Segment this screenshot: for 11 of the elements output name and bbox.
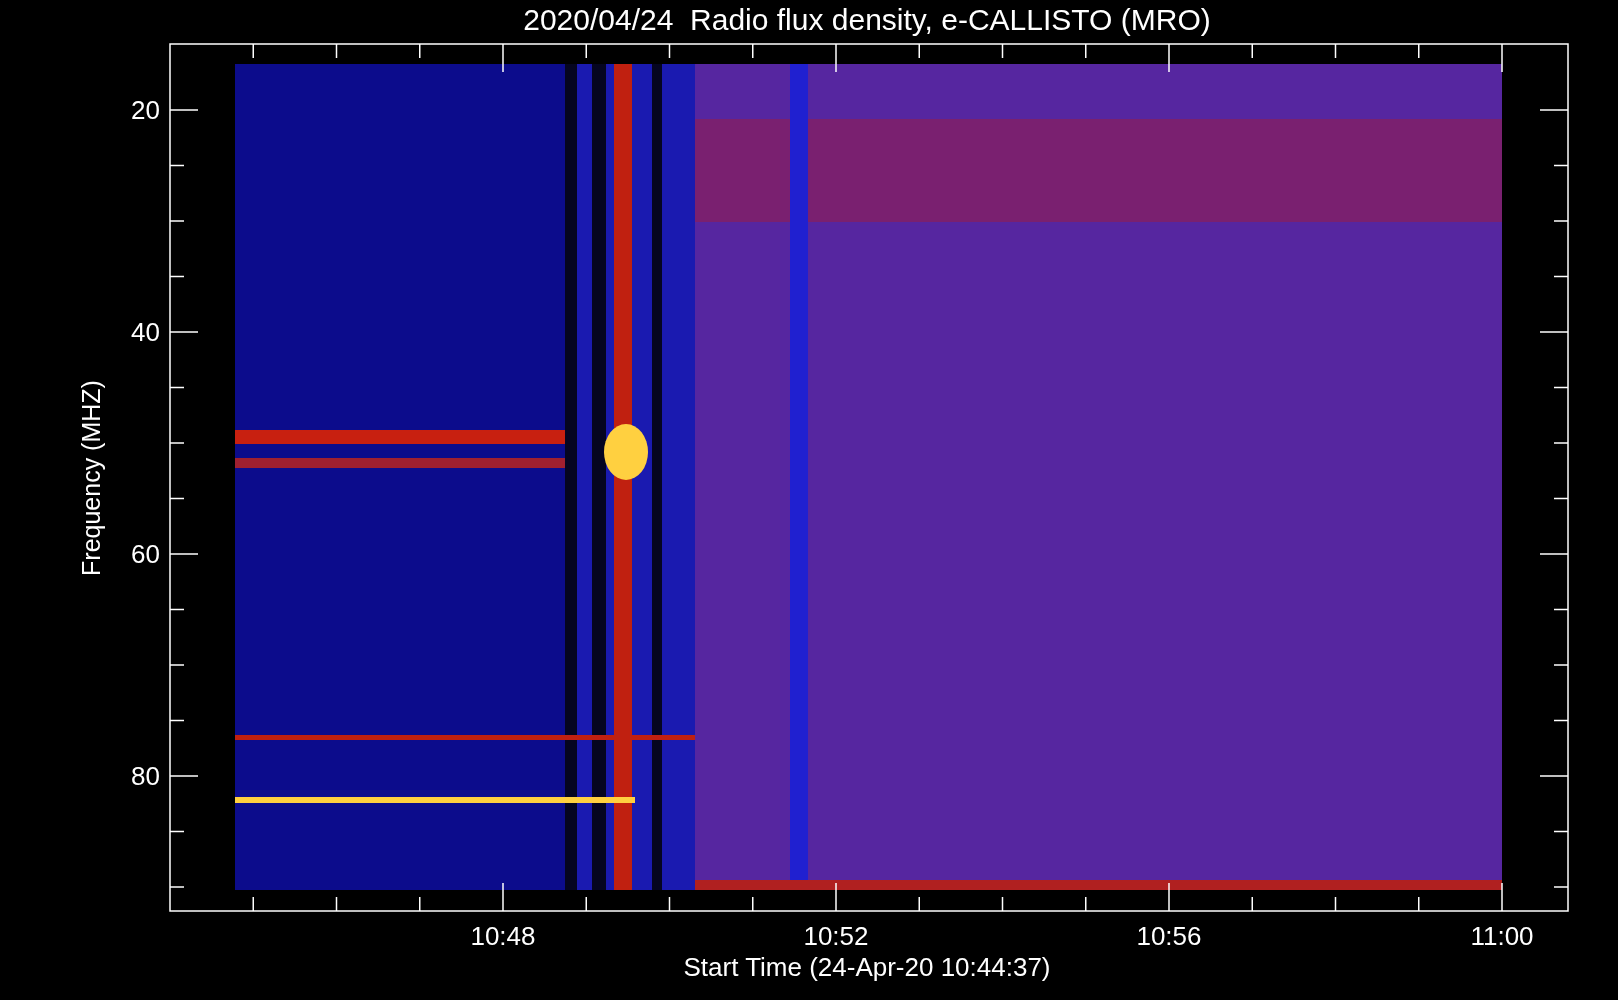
x-tick-label: 11:00 <box>1470 921 1534 951</box>
y-tick-label: 60 <box>131 539 160 569</box>
y-tick-label: 20 <box>131 95 160 125</box>
y-tick-label: 40 <box>131 317 160 347</box>
chart-title: 2020/04/24 Radio flux density, e-CALLISTO (MRO) <box>523 3 1211 36</box>
y-axis-label: Frequency (MHZ) <box>77 380 105 576</box>
x-tick-label: 10:56 <box>1136 921 1202 951</box>
y-tick-label: 80 <box>131 761 160 791</box>
x-tick-label: 10:48 <box>470 921 536 951</box>
x-tick-label: 10:52 <box>803 921 869 951</box>
x-axis-label: Start Time (24-Apr-20 10:44:37) <box>683 952 1051 982</box>
